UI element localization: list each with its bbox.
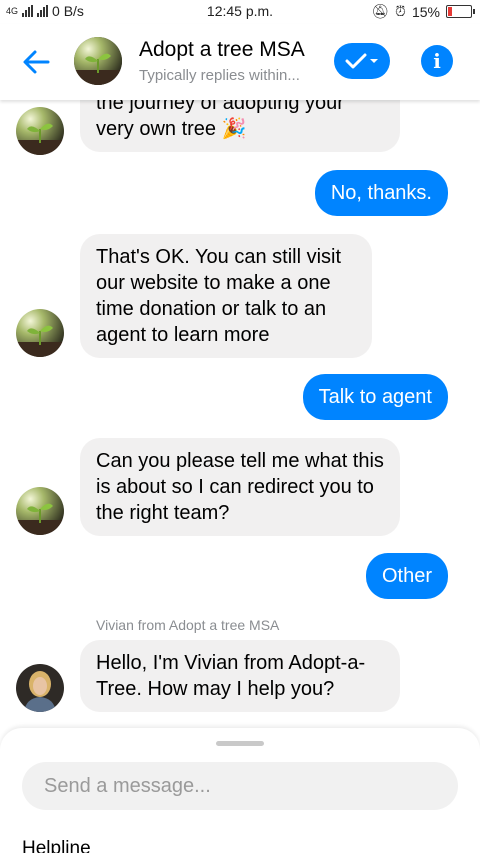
page-title: Adopt a tree MSA <box>139 38 305 61</box>
check-icon <box>345 53 367 69</box>
battery-icon <box>446 5 475 18</box>
back-arrow-icon <box>23 50 50 74</box>
composer-sheet: Helpline <box>0 728 480 853</box>
status-bar: 4G 0 B/s 12:45 p.m. 🔕︎ ⏰︎ 15% <box>0 0 480 24</box>
battery-percent: 15% <box>411 3 440 20</box>
message-composer[interactable] <box>22 762 458 810</box>
message-list[interactable]: the journey of adopting your very own tr… <box>0 100 480 730</box>
message-bubble-sent[interactable]: Other <box>365 553 448 599</box>
status-right: 🔕︎ ⏰︎ 15% <box>371 3 475 20</box>
message-bubble-sent[interactable]: Talk to agent <box>302 374 448 420</box>
sprout-image <box>16 487 64 535</box>
bot-avatar <box>16 107 64 155</box>
agent-avatar <box>16 664 64 712</box>
page-avatar[interactable] <box>74 37 122 85</box>
sprout-image <box>74 37 122 85</box>
message-text: Other <box>381 565 432 587</box>
sprout-image <box>16 309 64 357</box>
message-bubble-received[interactable]: Can you please tell me what this is abou… <box>80 438 400 536</box>
sprout-image <box>16 107 64 155</box>
info-icon: i <box>433 49 441 73</box>
agent-photo <box>16 664 64 712</box>
chevron-down-icon <box>370 59 378 63</box>
back-button[interactable] <box>18 44 54 80</box>
message-input[interactable] <box>22 762 458 810</box>
done-dropdown-button[interactable] <box>334 43 390 79</box>
message-bubble-received[interactable]: Hello, I'm Vivian from Adopt-a-Tree. How… <box>80 640 400 712</box>
bot-avatar <box>16 309 64 357</box>
message-text: the journey of adopting your very own tr… <box>96 100 344 140</box>
message-text: Can you please tell me what this is abou… <box>96 450 384 524</box>
battery-fill <box>448 7 452 16</box>
alarm-icon: ⏰︎ <box>395 3 406 19</box>
message-text: No, thanks. <box>330 182 432 204</box>
message-bubble-received[interactable]: the journey of adopting your very own tr… <box>80 100 400 152</box>
message-text: That's OK. You can still visit our websi… <box>96 246 342 346</box>
message-bubble-received[interactable]: That's OK. You can still visit our websi… <box>80 234 372 358</box>
message-text: Talk to agent <box>318 386 432 408</box>
conversation-header: Adopt a tree MSA Typically replies withi… <box>0 24 480 100</box>
message-text: Hello, I'm Vivian from Adopt-a-Tree. How… <box>96 652 366 700</box>
drag-handle[interactable] <box>216 741 264 746</box>
message-bubble-sent[interactable]: No, thanks. <box>314 170 448 216</box>
agent-label: Vivian from Adopt a tree MSA <box>96 617 280 633</box>
info-button[interactable]: i <box>421 45 453 77</box>
helpline-label[interactable]: Helpline <box>22 838 91 853</box>
bot-avatar <box>16 487 64 535</box>
response-time: Typically replies within... <box>139 67 300 84</box>
silent-icon: 🔕︎ <box>371 3 390 19</box>
